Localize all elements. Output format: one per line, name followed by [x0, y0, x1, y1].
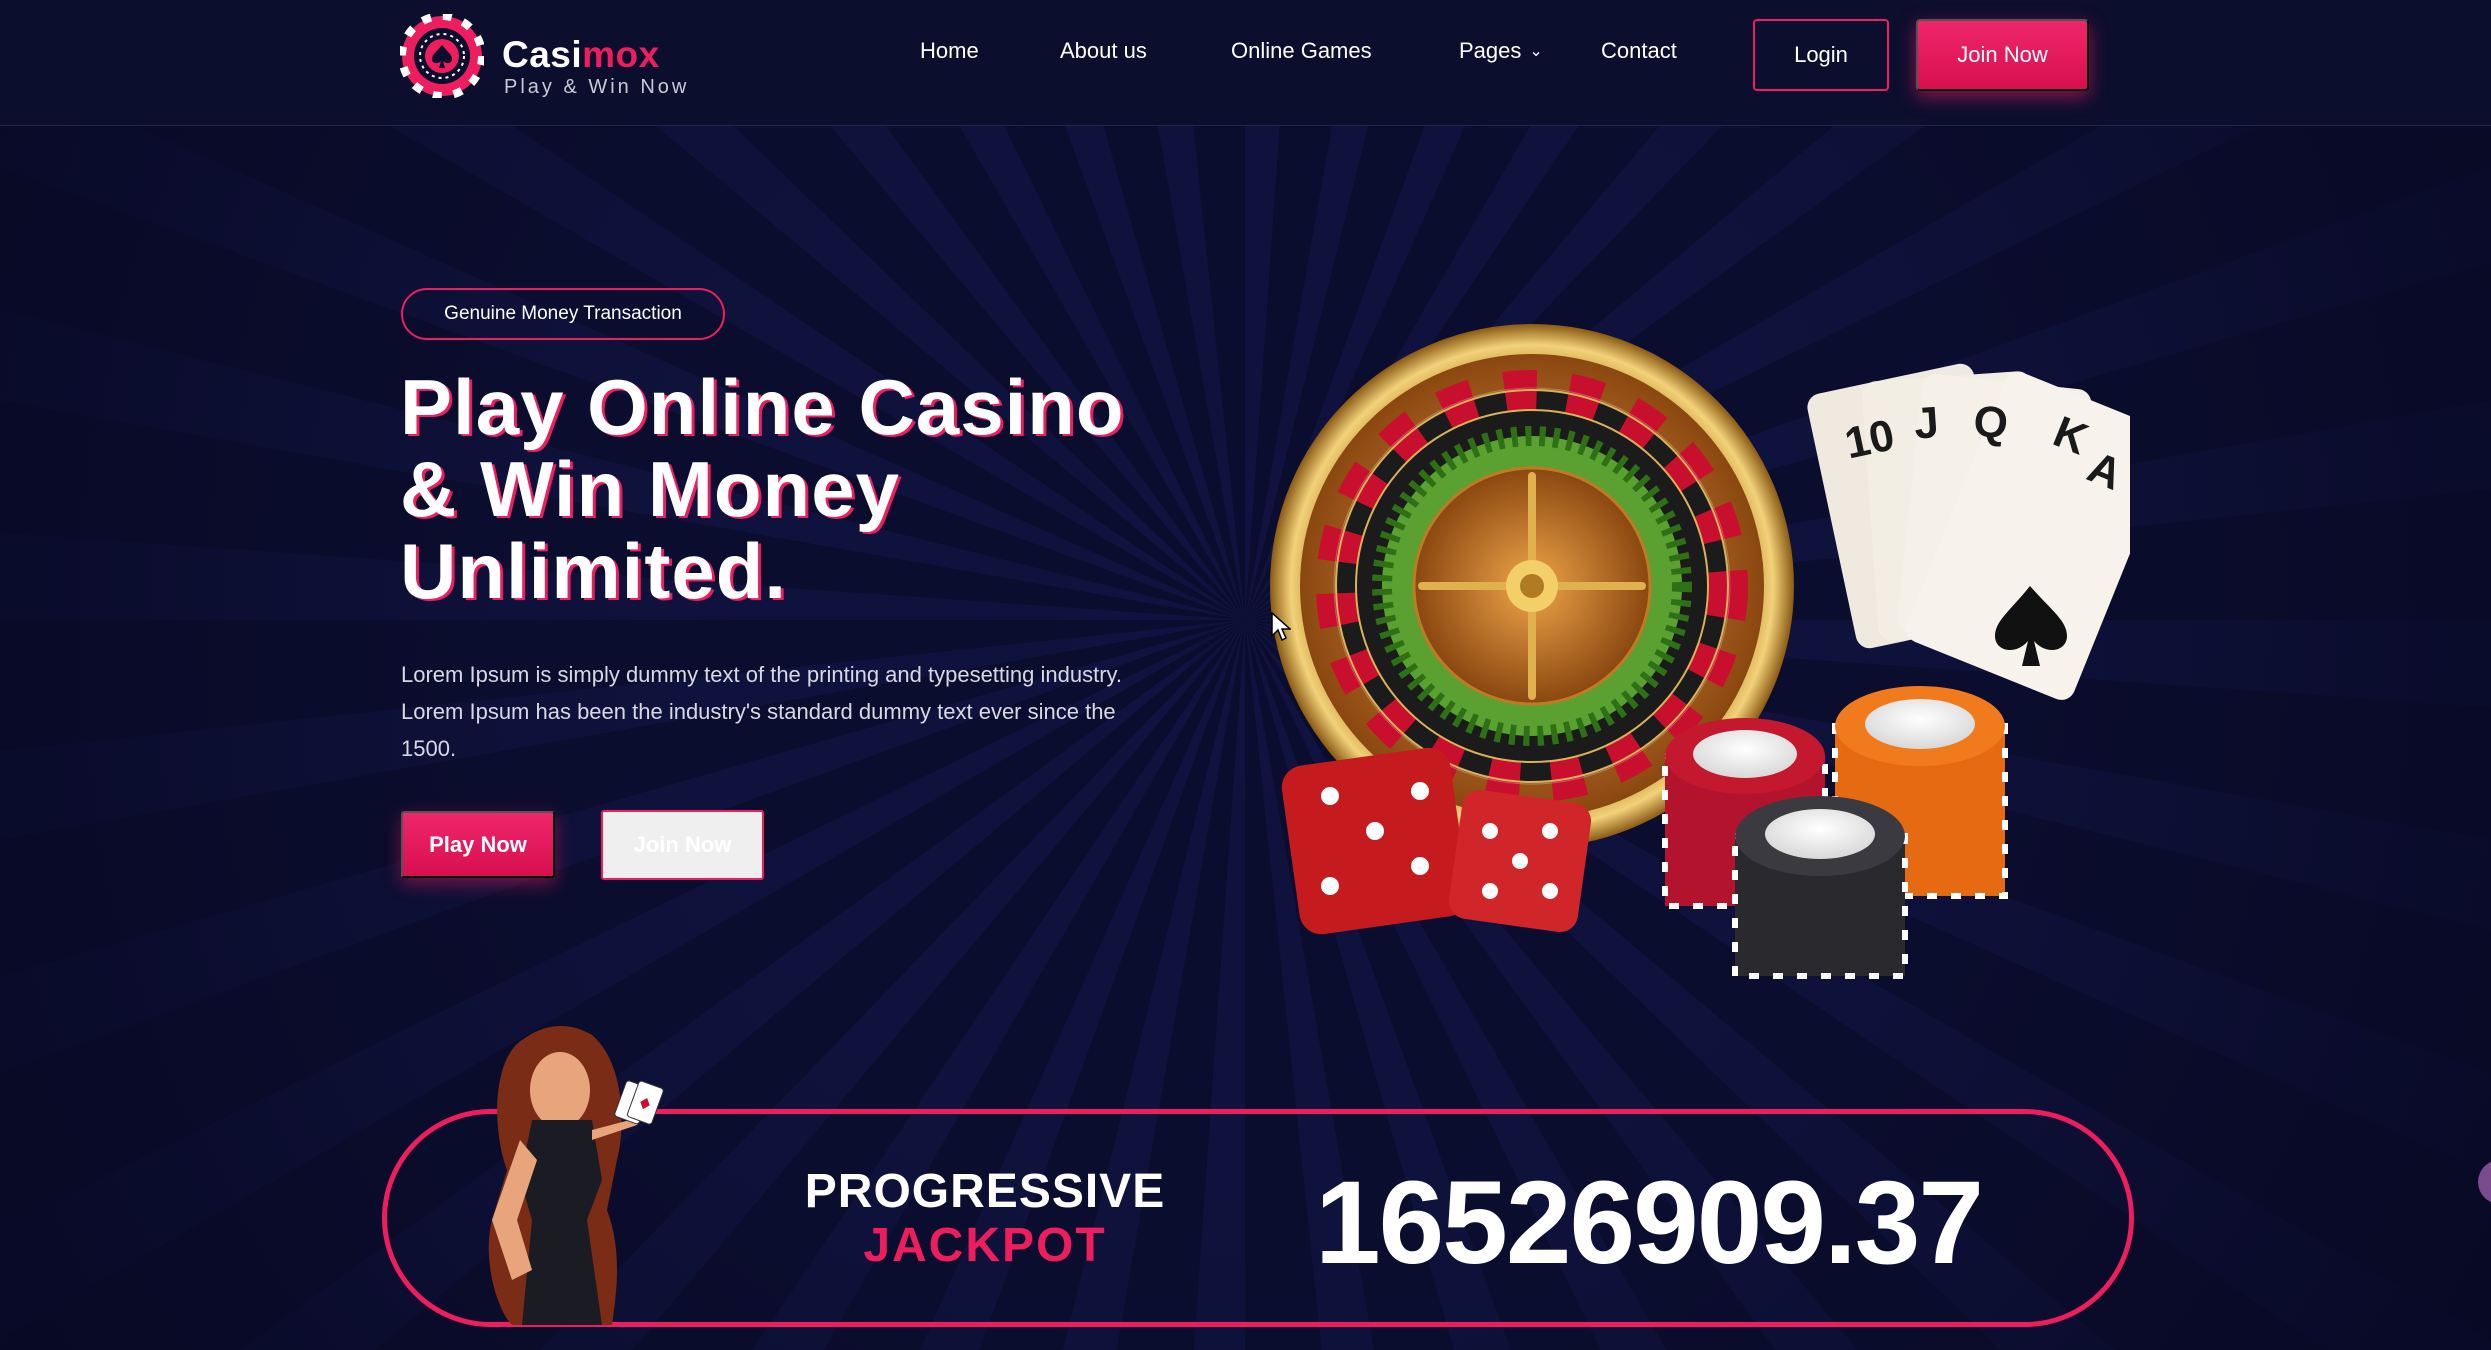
jackpot-label-line1: PROGRESSIVE [804, 1165, 1166, 1218]
nav-pages-label: Pages [1459, 38, 1522, 63]
woman-with-cards-illustration [488, 1025, 664, 1325]
casino-chips [1662, 686, 2008, 979]
nav-online-games[interactable]: Online Games [1231, 38, 1372, 64]
svg-text:10: 10 [1841, 410, 1899, 468]
mouse-pointer-icon [1271, 612, 1291, 642]
hero-description: Lorem Ipsum is simply dummy text of the … [401, 662, 1123, 761]
play-now-button[interactable]: Play Now [401, 811, 555, 878]
brand-name: Casimox [502, 34, 660, 75]
playing-cards: 10 J Q K A [1807, 363, 2130, 700]
hero-title-line3: Unlimited. [400, 527, 788, 615]
poker-chip-spade-icon [400, 14, 484, 98]
nav-about-us[interactable]: About us [1060, 38, 1147, 64]
login-button[interactable]: Login [1753, 19, 1889, 91]
nav-pages[interactable]: Pages ⌄ [1459, 38, 1543, 64]
casino-illustration: 10 J Q K A [1270, 324, 2130, 979]
jackpot-amount: 16526909.37 [1315, 1157, 1984, 1289]
nav-home[interactable]: Home [920, 38, 979, 64]
navbar: Casimox Play & Win Now Home About us Onl… [0, 0, 2491, 126]
genuine-money-badge: Genuine Money Transaction [401, 288, 725, 340]
site-logo[interactable]: Casimox Play & Win Now [400, 14, 700, 100]
jackpot-label-line2: JACKPOT [863, 1219, 1107, 1272]
hero-title: Play Online Casino & Win Money Unlimited… [400, 366, 1220, 612]
brand-tagline: Play & Win Now [504, 76, 690, 98]
hero-title-line1: Play Online Casino [400, 363, 1125, 451]
svg-text:J: J [1912, 398, 1940, 449]
nav-contact[interactable]: Contact [1601, 38, 1677, 64]
progressive-jackpot-label: PROGRESSIVE JACKPOT [785, 1165, 1185, 1273]
join-now-button-header[interactable]: Join Now [1916, 19, 2089, 91]
svg-text:Q: Q [1971, 396, 2010, 448]
chevron-down-icon: ⌄ [1529, 43, 1543, 60]
hero-title-line2: & Win Money [400, 445, 900, 533]
join-now-button-hero[interactable]: Join Now [601, 810, 764, 880]
